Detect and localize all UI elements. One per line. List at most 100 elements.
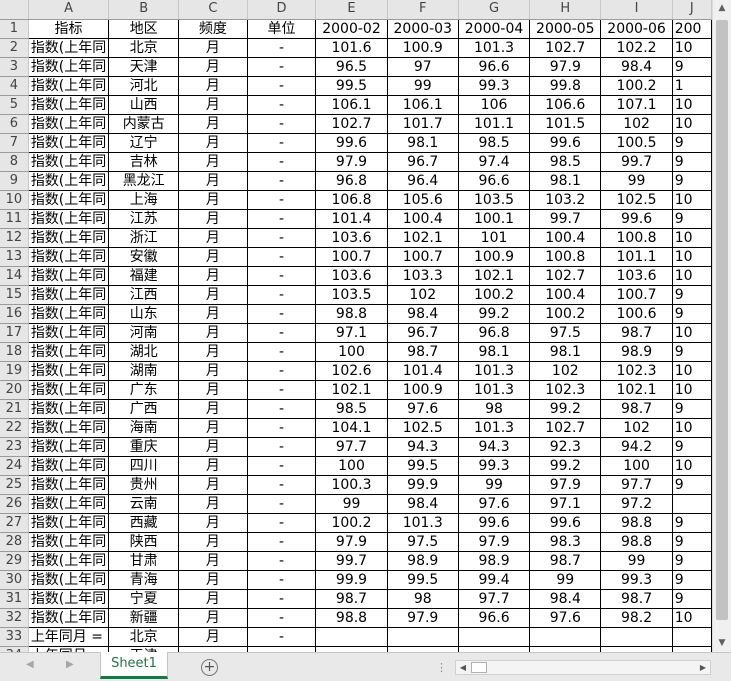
cell[interactable]: 101.3 <box>458 361 531 381</box>
cell[interactable]: - <box>247 532 317 552</box>
cell[interactable]: 新疆 <box>108 608 180 628</box>
cell[interactable]: 98.3 <box>529 532 602 552</box>
cell[interactable]: 92.3 <box>529 437 602 457</box>
row-header[interactable]: 14 <box>0 266 29 286</box>
cell[interactable]: 月 <box>178 399 248 419</box>
cell[interactable]: 97.9 <box>529 475 602 495</box>
cell[interactable]: 月 <box>178 437 248 457</box>
cell[interactable]: 2000-02 <box>315 19 388 39</box>
cell[interactable]: 指数(上年同 <box>28 437 110 457</box>
prev-sheet-icon[interactable]: ◀ <box>26 659 34 670</box>
cell[interactable]: 103.3 <box>387 266 459 286</box>
cell[interactable]: 101.3 <box>458 380 531 400</box>
cell[interactable]: 98.9 <box>600 342 673 362</box>
cell[interactable]: - <box>247 171 317 191</box>
add-sheet-icon[interactable]: + <box>201 659 218 676</box>
cell[interactable]: 99 <box>387 76 459 96</box>
cell[interactable]: 107.1 <box>600 95 673 115</box>
cell[interactable]: 9 <box>672 57 712 77</box>
cell[interactable]: 98 <box>387 589 459 609</box>
cell[interactable]: 97.5 <box>387 532 459 552</box>
cell[interactable]: 指数(上年同 <box>28 475 110 495</box>
cell[interactable]: 10 <box>672 361 712 381</box>
cell[interactable]: 1 <box>672 76 712 96</box>
scroll-up-arrow-icon[interactable]: ▲ <box>713 0 731 17</box>
cell[interactable]: 10 <box>672 323 712 343</box>
cell[interactable]: 月 <box>178 475 248 495</box>
cell[interactable]: - <box>247 437 317 457</box>
cell[interactable]: 104.1 <box>315 418 388 438</box>
cell[interactable]: 2000-03 <box>387 19 459 39</box>
row-header[interactable]: 20 <box>0 380 29 400</box>
row-header[interactable]: 3 <box>0 57 29 77</box>
cell[interactable]: 101.1 <box>600 247 673 267</box>
cell[interactable]: 96.4 <box>387 171 459 191</box>
cell[interactable]: 98.2 <box>600 608 673 628</box>
cell[interactable]: 2000-05 <box>529 19 602 39</box>
cell[interactable]: 101.1 <box>458 114 531 134</box>
cell[interactable]: 100.7 <box>387 247 459 267</box>
cell[interactable]: 99.2 <box>529 399 602 419</box>
cell[interactable]: 97.5 <box>529 323 602 343</box>
cell[interactable]: 97.9 <box>315 532 388 552</box>
cell[interactable]: - <box>247 323 317 343</box>
row-header[interactable]: 8 <box>0 152 29 172</box>
cell[interactable]: 9 <box>672 399 712 419</box>
cell[interactable]: - <box>247 266 317 286</box>
row-header[interactable]: 9 <box>0 171 29 191</box>
cell[interactable]: 106.6 <box>529 95 602 115</box>
cell[interactable]: 99.3 <box>458 76 531 96</box>
cell[interactable]: - <box>247 456 317 476</box>
cell[interactable]: 102.6 <box>315 361 388 381</box>
cell[interactable]: 指数(上年同 <box>28 95 110 115</box>
cell[interactable]: 98.9 <box>458 551 531 571</box>
cell[interactable]: 99.7 <box>529 209 602 229</box>
row-header[interactable]: 11 <box>0 209 29 229</box>
cell[interactable]: 9 <box>672 209 712 229</box>
cell[interactable]: - <box>247 247 317 267</box>
cell[interactable]: 101.4 <box>315 209 388 229</box>
cell[interactable]: 湖北 <box>108 342 180 362</box>
cell[interactable]: - <box>247 627 317 647</box>
column-header[interactable]: H <box>529 0 602 20</box>
row-header[interactable]: 28 <box>0 532 29 552</box>
cell[interactable]: 103.6 <box>315 266 388 286</box>
cell[interactable]: 上海 <box>108 190 180 210</box>
cell[interactable]: 96.8 <box>458 323 531 343</box>
column-header[interactable]: F <box>387 0 459 20</box>
cell[interactable]: 100.6 <box>600 304 673 324</box>
cell[interactable]: 指数(上年同 <box>28 589 110 609</box>
cell[interactable]: 上年同月 = <box>28 627 110 647</box>
cell[interactable]: 地区 <box>108 19 180 39</box>
cell[interactable]: 102 <box>529 361 602 381</box>
row-header[interactable]: 2 <box>0 38 29 58</box>
cell[interactable]: 10 <box>672 456 712 476</box>
cell[interactable]: 指数(上年同 <box>28 456 110 476</box>
cell[interactable]: 102.7 <box>529 266 602 286</box>
cell[interactable]: 海南 <box>108 418 180 438</box>
cell[interactable]: 100.9 <box>458 247 531 267</box>
cell[interactable]: - <box>247 285 317 305</box>
cell[interactable]: 98.7 <box>315 589 388 609</box>
row-header[interactable]: 17 <box>0 323 29 343</box>
cell[interactable]: 指标 <box>28 19 110 39</box>
row-header[interactable]: 32 <box>0 608 29 628</box>
cell[interactable] <box>315 627 388 647</box>
cell[interactable]: 河南 <box>108 323 180 343</box>
cell[interactable]: - <box>247 95 317 115</box>
cell[interactable]: 10 <box>672 95 712 115</box>
cell[interactable]: 月 <box>178 38 248 58</box>
cell[interactable]: - <box>247 494 317 514</box>
cell[interactable]: 101.7 <box>387 114 459 134</box>
row-header[interactable]: 29 <box>0 551 29 571</box>
cell[interactable]: 98.1 <box>529 171 602 191</box>
cell[interactable]: - <box>247 133 317 153</box>
cell[interactable]: 97.9 <box>387 608 459 628</box>
cell[interactable]: 99.5 <box>387 456 459 476</box>
cell[interactable]: 106.8 <box>315 190 388 210</box>
cell[interactable]: 2000-06 <box>600 19 673 39</box>
cell[interactable]: 月 <box>178 532 248 552</box>
select-all-corner[interactable] <box>0 0 29 20</box>
cell[interactable]: 指数(上年同 <box>28 76 110 96</box>
cell[interactable]: 98.7 <box>600 323 673 343</box>
